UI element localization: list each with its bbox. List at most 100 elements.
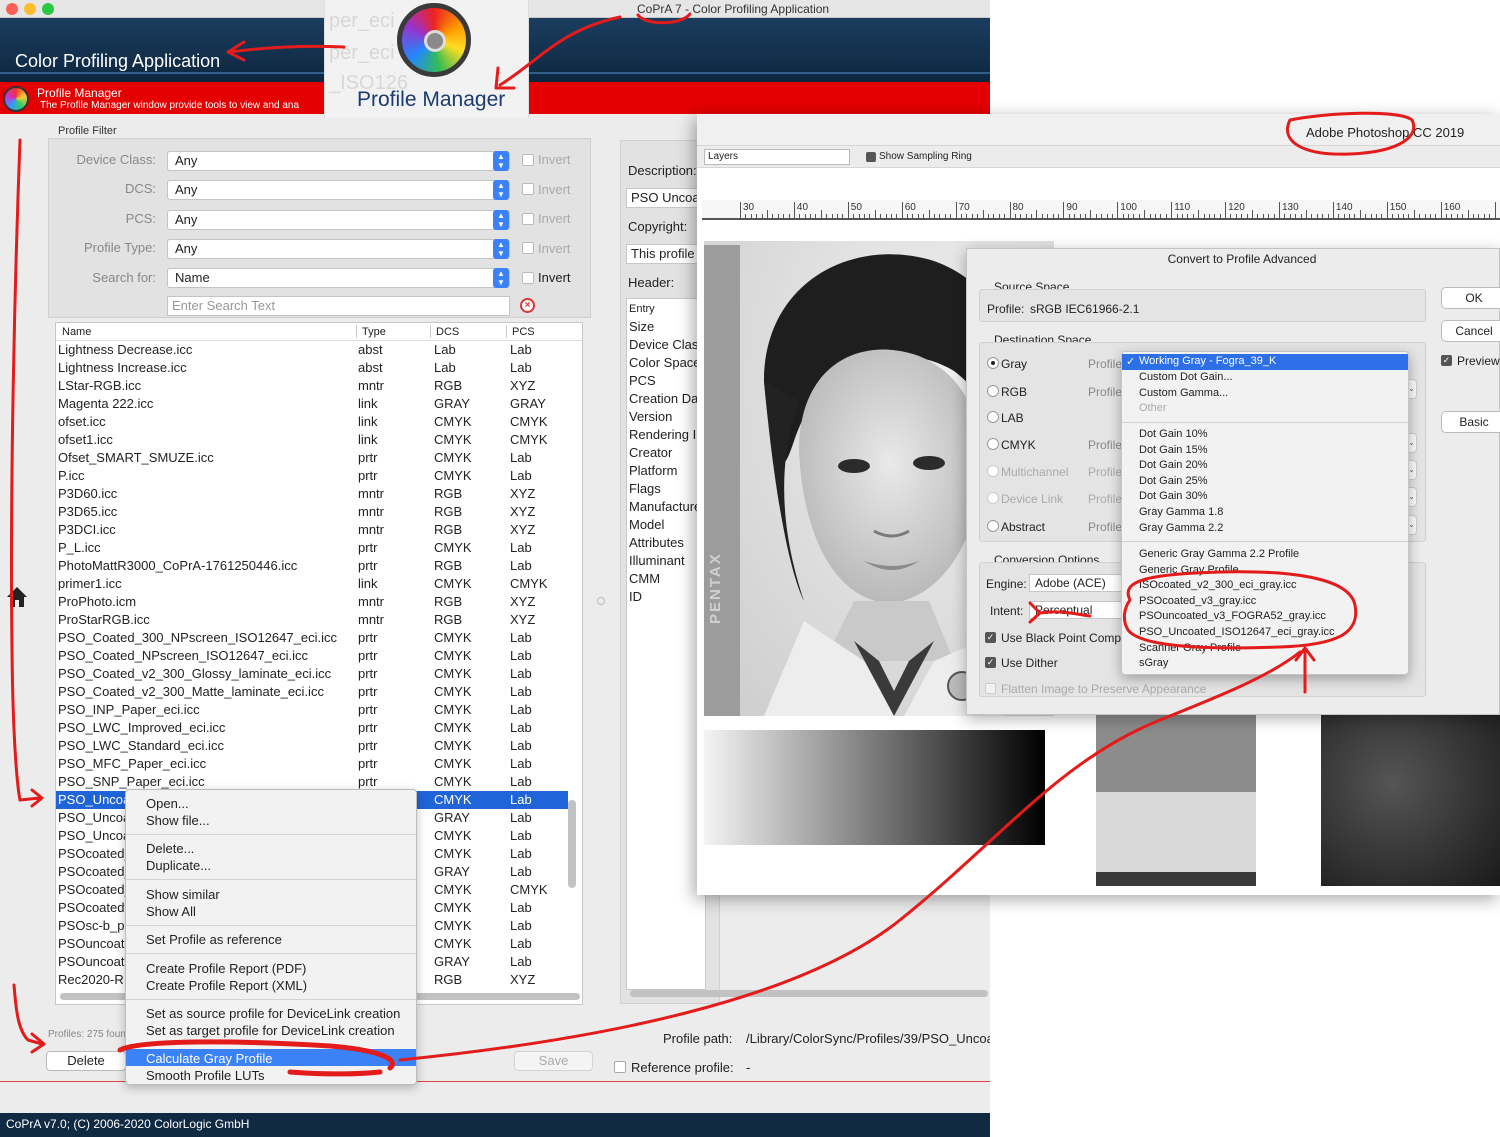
- dropdown-item[interactable]: Scanner Gray Profile: [1139, 642, 1241, 654]
- menu-item-smooth-luts[interactable]: Smooth Profile LUTs: [146, 1068, 265, 1083]
- intent-select[interactable]: Perceptual: [1029, 601, 1125, 619]
- header-entry-item[interactable]: Flags: [629, 481, 661, 496]
- header-entry-item[interactable]: Platform: [629, 463, 677, 478]
- radio-abstract[interactable]: [987, 520, 999, 532]
- radio-cmyk[interactable]: [987, 438, 999, 450]
- table-row[interactable]: PSO_Coated_NPscreen_ISO12647_eci.icc prtr…: [56, 647, 568, 665]
- dropdown-item[interactable]: Dot Gain 25%: [1139, 475, 1207, 487]
- table-row[interactable]: P3DCI.icc mntr RGB XYZ: [56, 521, 568, 539]
- profile-type-invert-checkbox[interactable]: [522, 242, 534, 254]
- info-horizontal-scrollbar[interactable]: [630, 990, 988, 997]
- table-row[interactable]: ofset1.icc link CMYK CMYK: [56, 431, 568, 449]
- engine-select[interactable]: Adobe (ACE): [1029, 574, 1125, 592]
- table-row[interactable]: ProPhoto.icm mntr RGB XYZ: [56, 593, 568, 611]
- table-row[interactable]: PSO_Coated_v2_300_Glossy_laminate_eci.ic…: [56, 665, 568, 683]
- dropdown-item[interactable]: Gray Gamma 2.2: [1139, 522, 1223, 534]
- search-for-select[interactable]: Name ▲ ▼: [167, 268, 510, 288]
- menu-item-show-all[interactable]: Show All: [146, 904, 196, 919]
- sample-layers-select[interactable]: Layers: [704, 149, 850, 165]
- header-entry-item[interactable]: Illuminant: [629, 553, 685, 568]
- menu-item-report-xml[interactable]: Create Profile Report (XML): [146, 978, 307, 993]
- table-row[interactable]: Magenta 222.icc link GRAY GRAY: [56, 395, 568, 413]
- column-header-pcs[interactable]: PCS: [512, 326, 535, 338]
- header-entry-item[interactable]: CMM: [629, 571, 660, 586]
- ok-button[interactable]: OK: [1441, 287, 1500, 309]
- menu-item-duplicate[interactable]: Duplicate...: [146, 858, 211, 873]
- table-row[interactable]: PSO_MFC_Paper_eci.icc prtr CMYK Lab: [56, 755, 568, 773]
- table-row[interactable]: P.icc prtr CMYK Lab: [56, 467, 568, 485]
- dropdown-item[interactable]: Custom Dot Gain...: [1139, 371, 1233, 383]
- radio-gray[interactable]: [987, 357, 999, 369]
- dcs-invert-checkbox[interactable]: [522, 183, 534, 195]
- dropdown-item[interactable]: Gray Gamma 1.8: [1139, 506, 1223, 518]
- radio-device-link[interactable]: [987, 492, 999, 504]
- table-row[interactable]: PSO_LWC_Standard_eci.icc prtr CMYK Lab: [56, 737, 568, 755]
- menu-item-set-target-devicelink[interactable]: Set as target profile for DeviceLink cre…: [146, 1023, 395, 1038]
- table-row[interactable]: ProStarRGB.icc mntr RGB XYZ: [56, 611, 568, 629]
- table-row[interactable]: primer1.icc link CMYK CMYK: [56, 575, 568, 593]
- device-class-invert-checkbox[interactable]: [522, 154, 534, 166]
- basic-button[interactable]: Basic: [1441, 411, 1500, 433]
- table-row[interactable]: PSO_INP_Paper_eci.icc prtr CMYK Lab: [56, 701, 568, 719]
- menu-item-open[interactable]: Open...: [146, 796, 189, 811]
- cancel-button[interactable]: Cancel: [1441, 320, 1500, 342]
- header-entry-item[interactable]: Color Space: [629, 355, 701, 370]
- profile-type-select[interactable]: Any ▲ ▼: [167, 239, 510, 259]
- column-header-dcs[interactable]: DCS: [436, 326, 459, 338]
- menu-item-show-file[interactable]: Show file...: [146, 813, 210, 828]
- dither-checkbox[interactable]: ✓: [985, 657, 996, 668]
- menu-item-show-similar[interactable]: Show similar: [146, 887, 220, 902]
- flatten-checkbox[interactable]: [985, 683, 996, 694]
- dropdown-item[interactable]: sGray: [1139, 657, 1168, 669]
- table-row[interactable]: PSO_LWC_Improved_eci.icc prtr CMYK Lab: [56, 719, 568, 737]
- column-header-name[interactable]: Name: [62, 326, 91, 338]
- radio-rgb[interactable]: [987, 385, 999, 397]
- device-class-select[interactable]: Any ▲ ▼: [167, 151, 510, 171]
- close-window-button[interactable]: [6, 3, 18, 15]
- home-icon[interactable]: [4, 584, 30, 610]
- table-row[interactable]: PSO_Coated_300_NPscreen_ISO12647_eci.icc…: [56, 629, 568, 647]
- dropdown-item[interactable]: Dot Gain 20%: [1139, 459, 1207, 471]
- dropdown-item[interactable]: PSOcoated_v3_gray.icc: [1139, 595, 1256, 607]
- minimize-window-button[interactable]: [24, 3, 36, 15]
- delete-button[interactable]: Delete: [46, 1051, 126, 1071]
- header-entry-item[interactable]: Manufacture: [629, 499, 701, 514]
- dropdown-item[interactable]: PSOuncoated_v3_FOGRA52_gray.icc: [1139, 610, 1326, 622]
- dropdown-item[interactable]: Dot Gain 15%: [1139, 444, 1207, 456]
- header-entry-item[interactable]: Device Class: [629, 337, 705, 352]
- header-entry-item[interactable]: Creator: [629, 445, 672, 460]
- description-field[interactable]: PSO Uncoat: [626, 188, 706, 208]
- dropdown-item[interactable]: PSO_Uncoated_ISO12647_eci_gray.icc: [1139, 626, 1334, 638]
- pcs-invert-checkbox[interactable]: [522, 213, 534, 225]
- radio-lab[interactable]: [987, 411, 999, 423]
- radio-multichannel[interactable]: [987, 465, 999, 477]
- header-entry-item[interactable]: PCS: [629, 373, 656, 388]
- table-row[interactable]: LStar-RGB.icc mntr RGB XYZ: [56, 377, 568, 395]
- table-row[interactable]: ofset.icc link CMYK CMYK: [56, 413, 568, 431]
- table-row[interactable]: PSO_Coated_v2_300_Matte_laminate_eci.icc…: [56, 683, 568, 701]
- header-entry-item[interactable]: Model: [629, 517, 664, 532]
- search-input[interactable]: Enter Search Text: [167, 296, 510, 316]
- header-entry-item[interactable]: Attributes: [629, 535, 684, 550]
- dropdown-item[interactable]: ISOcoated_v2_300_eci_gray.icc: [1139, 579, 1297, 591]
- dropdown-item[interactable]: Dot Gain 10%: [1139, 428, 1207, 440]
- table-row[interactable]: P_L.icc prtr CMYK Lab: [56, 539, 568, 557]
- zoom-window-button[interactable]: [42, 3, 54, 15]
- splitter-handle[interactable]: [597, 597, 605, 605]
- clear-search-icon[interactable]: ×: [520, 298, 535, 313]
- dropdown-item[interactable]: Generic Gray Profile: [1139, 564, 1239, 576]
- menu-item-delete[interactable]: Delete...: [146, 841, 194, 856]
- header-entry-item[interactable]: ID: [629, 589, 642, 604]
- show-sampling-ring-checkbox[interactable]: [866, 152, 876, 162]
- save-button[interactable]: Save: [514, 1051, 593, 1071]
- header-entry-item[interactable]: Rendering In: [629, 427, 703, 442]
- menu-item-set-source-devicelink[interactable]: Set as source profile for DeviceLink cre…: [146, 1006, 400, 1021]
- table-vertical-scrollbar[interactable]: [568, 800, 576, 888]
- menu-item-calculate-gray-profile[interactable]: Calculate Gray Profile: [146, 1051, 272, 1066]
- copyright-field[interactable]: This profile: [626, 244, 706, 264]
- table-row[interactable]: Lightness Increase.icc abst Lab Lab: [56, 359, 568, 377]
- search-invert-checkbox[interactable]: [522, 272, 534, 284]
- table-row[interactable]: P3D60.icc mntr RGB XYZ: [56, 485, 568, 503]
- dropdown-item[interactable]: Dot Gain 30%: [1139, 490, 1207, 502]
- menu-item-report-pdf[interactable]: Create Profile Report (PDF): [146, 961, 306, 976]
